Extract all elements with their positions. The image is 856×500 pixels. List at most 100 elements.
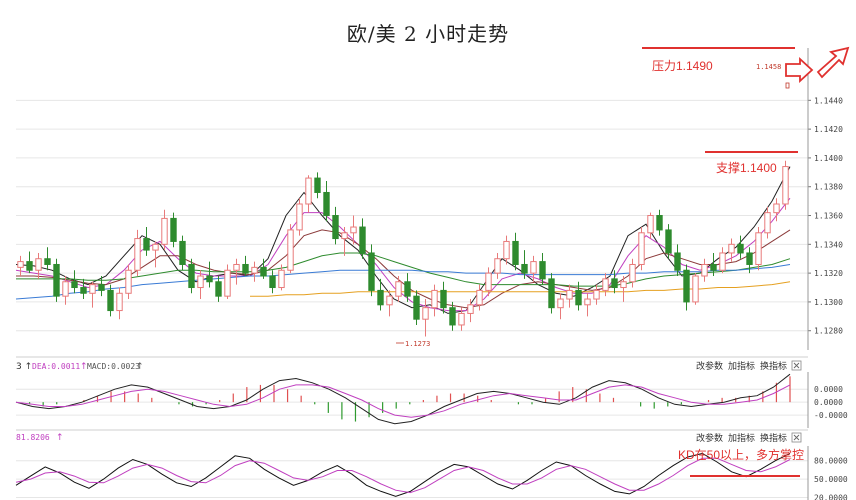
candle-body (350, 226, 357, 234)
macd-lines (15, 373, 791, 425)
price-axis: 1.1440 1.1420 1.1400 1.1380 1.1360 1.1340 1.13… (807, 48, 843, 350)
price-tick-label: 1.1320 (814, 269, 843, 278)
kd-tick-label: 80.0000 (814, 457, 848, 466)
macd-value-label: MACD:0.0023 (87, 362, 140, 371)
candle-body (467, 304, 474, 314)
low-price-label: 1.1273 (405, 340, 430, 348)
candle-body (80, 287, 87, 294)
candle-body (440, 289, 447, 309)
price-tick-label: 1.1340 (814, 240, 843, 249)
close-icon[interactable] (791, 432, 802, 443)
macd-tick-label: 0.0000 (814, 385, 843, 394)
candle-body (665, 229, 672, 254)
kd-axis: 80.0000 50.0000 20.0000 (807, 446, 848, 500)
price-tick-label: 1.1300 (814, 298, 843, 307)
main-price-panel: 1.1440 1.1420 1.1400 1.1380 1.1360 1.1340 1.13… (15, 46, 850, 350)
candle-body (782, 166, 789, 205)
candle-body (773, 203, 780, 214)
candle-body (539, 261, 546, 280)
macd-tick-label: -0.0000 (814, 411, 848, 420)
candle-body (377, 289, 384, 306)
macd-dea-label: DEA:0.0011 (32, 362, 80, 371)
kd-button-switch[interactable]: 换指标 (760, 432, 787, 444)
candle-body (17, 261, 24, 268)
kd-value-label: 81.8206 (16, 433, 50, 442)
candle-body (314, 177, 321, 193)
kd-tick-label: 20.0000 (814, 494, 848, 500)
candle-body (629, 263, 636, 283)
candle-body (269, 275, 276, 289)
kd-button-params[interactable]: 改参数 (696, 432, 723, 444)
candle-body (170, 217, 177, 242)
candle-body (431, 289, 438, 309)
candle-body (656, 215, 663, 231)
candle-body (71, 281, 78, 289)
candle-body (638, 232, 645, 265)
macd-button-add[interactable]: 加指标 (728, 360, 755, 372)
candle-body (737, 243, 744, 254)
candle-body (62, 281, 69, 297)
candle-body (521, 263, 528, 274)
candle-body (368, 252, 375, 291)
candle-body (35, 258, 42, 271)
candle-body (602, 278, 609, 291)
kd-button-add[interactable]: 加指标 (728, 432, 755, 444)
candle-body (224, 269, 231, 297)
resistance-label: 压力1.1490 (652, 59, 713, 73)
candle-body (449, 307, 456, 326)
kd-tick-label: 50.0000 (814, 475, 848, 484)
macd-panel: 3 ↑ DEA:0.0011 ↑ MACD:0.0023 ↑ 改参数 加指标 换… (15, 356, 848, 428)
candle-body (359, 226, 366, 254)
candle-body (683, 269, 690, 303)
candle-body (746, 252, 753, 265)
candle-body (584, 298, 591, 306)
high-price-label: 1.1458 (756, 63, 781, 71)
candle-body (386, 295, 393, 306)
candle-body (575, 289, 582, 306)
price-tick-label: 1.1360 (814, 212, 843, 221)
candle-body (557, 298, 564, 309)
macd-button-switch[interactable]: 换指标 (760, 360, 787, 372)
candle-body (512, 240, 519, 265)
candle-body (503, 240, 510, 260)
candle-body (188, 263, 195, 289)
kd-lines (15, 452, 791, 497)
candle-body (26, 261, 33, 271)
macd-axis: 0.0000 0.0000 -0.0000 (807, 372, 848, 428)
candle-body (215, 281, 222, 297)
macd-indicator-digit: 3 ↑ (16, 362, 32, 372)
candle-body (548, 278, 555, 309)
price-tick-label: 1.1380 (814, 183, 843, 192)
candle-body (323, 191, 330, 217)
candle-body (332, 215, 339, 240)
candle-body (476, 289, 483, 306)
candle-body (107, 289, 114, 312)
kd-annotation: KD在50以上，多方掌控 (678, 447, 804, 462)
candle-body (125, 269, 132, 294)
chart-canvas: 1.1440 1.1420 1.1400 1.1380 1.1360 1.1340 1.13… (15, 46, 850, 500)
candle-body (206, 275, 213, 283)
macd-button-params[interactable]: 改参数 (696, 360, 723, 372)
price-tick-label: 1.1280 (814, 327, 843, 336)
support-label: 支撑1.1400 (716, 160, 777, 175)
candle-body (143, 238, 150, 251)
candle-body (179, 240, 186, 265)
candle-body (305, 177, 312, 205)
candle-body (161, 217, 168, 245)
arrow-icon (816, 46, 850, 79)
close-icon[interactable] (791, 360, 802, 371)
candle-body (341, 232, 348, 240)
candle-body (152, 243, 159, 251)
candle-body (485, 272, 492, 291)
candle-body (710, 263, 717, 271)
candle-body (719, 252, 726, 271)
candle-body (197, 275, 204, 289)
kd-panel: 81.8206 ↑ 改参数 加指标 换指标 80.0000 50.0000 20.0… (15, 429, 848, 500)
candle-body (701, 263, 708, 277)
kd-d-line (15, 457, 791, 494)
candle-body (620, 281, 627, 289)
macd-dea-line (15, 384, 791, 418)
candle-body (251, 266, 258, 274)
macd-arrow2-icon: ↑ (136, 362, 144, 372)
candle-body (692, 275, 699, 303)
